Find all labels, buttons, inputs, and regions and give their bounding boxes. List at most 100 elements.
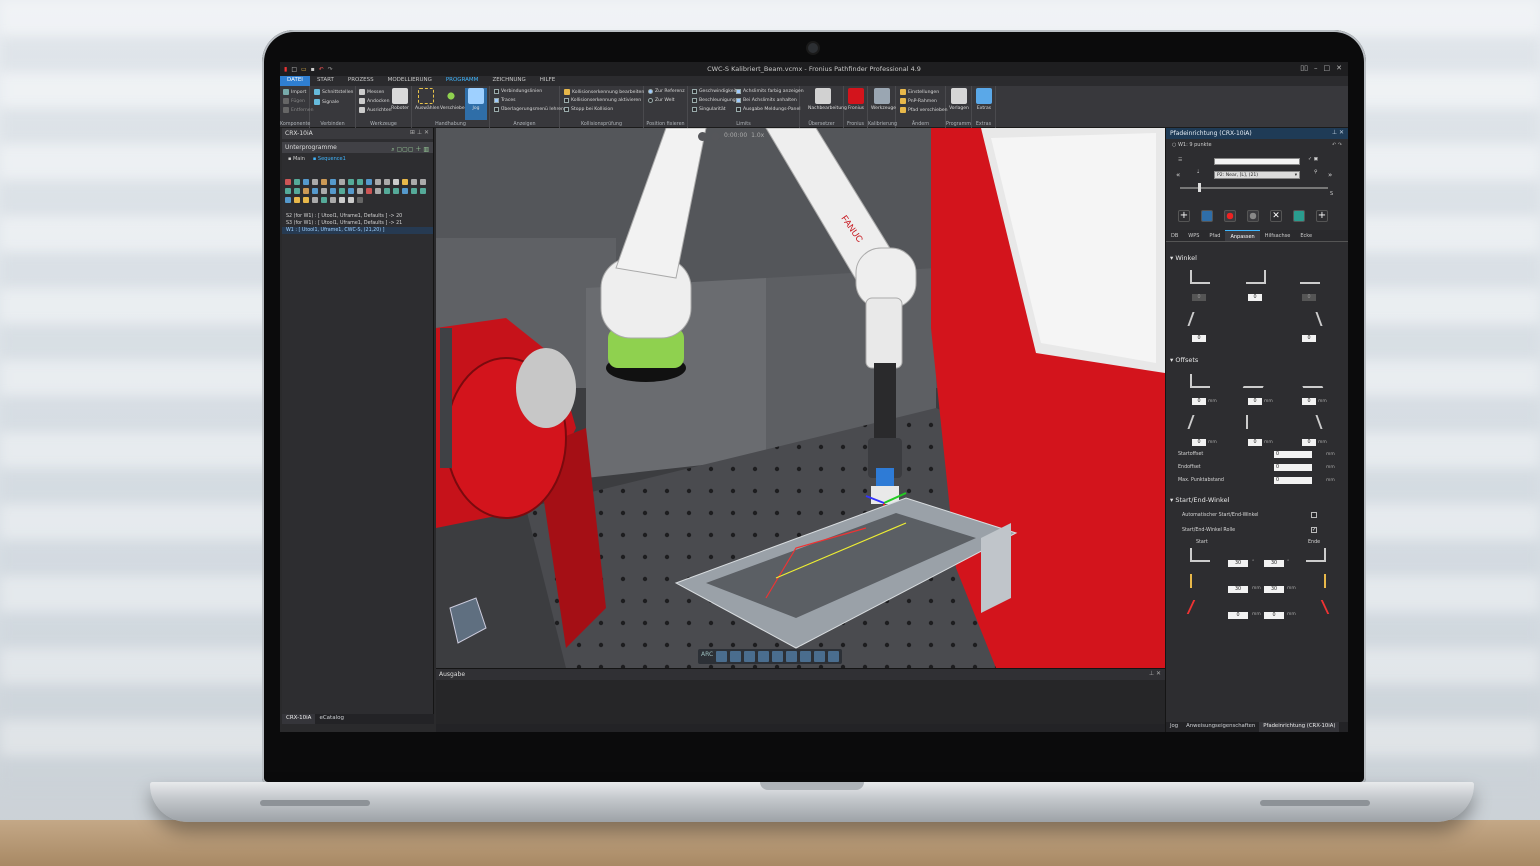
messen-button[interactable]: Messen <box>359 89 384 95</box>
tab-pfadeinrichtung[interactable]: Pfadeinrichtung (CRX-10iA) <box>1259 722 1340 732</box>
singularitaet-checkbox[interactable]: Singularität <box>692 107 726 112</box>
statement-icon[interactable] <box>285 197 291 203</box>
traces-checkbox[interactable]: Traces <box>494 98 516 103</box>
statement-icon[interactable] <box>366 188 372 194</box>
tab-hilfe[interactable]: HILFE <box>533 76 562 86</box>
winkel-value[interactable]: 0 <box>1302 294 1316 301</box>
statement-icon[interactable] <box>303 188 309 194</box>
statement-icon[interactable] <box>366 179 372 185</box>
reset-icon[interactable] <box>698 132 707 141</box>
jog-button[interactable]: Jog <box>465 88 487 120</box>
tab-programm[interactable]: PROGRAMM <box>439 76 486 86</box>
statement-icon[interactable] <box>420 188 426 194</box>
layout-icon[interactable]: ▯▯ <box>1300 64 1308 72</box>
statement-icon[interactable] <box>303 179 309 185</box>
nachbearbeitung-button[interactable]: Nachbearbeitung <box>808 88 847 111</box>
pnp-rahmen-button[interactable]: PnP-Rahmen <box>900 98 937 104</box>
winkel-value[interactable]: 0 <box>1248 294 1262 301</box>
einstellungen-button[interactable]: Einstellungen <box>900 89 939 95</box>
tool-icon[interactable] <box>730 651 742 662</box>
arc-button[interactable]: ARC <box>701 651 713 662</box>
statement-icon[interactable] <box>357 188 363 194</box>
section-start-end-winkel[interactable]: ▾ Start/End-Winkel <box>1170 496 1229 504</box>
statement-icon[interactable] <box>321 197 327 203</box>
statement-icon[interactable] <box>411 188 417 194</box>
end-angle-value[interactable]: 30 <box>1264 560 1284 567</box>
end-offset-value[interactable]: 30 <box>1264 586 1284 593</box>
endoffset-field[interactable]: 0 <box>1274 464 1312 471</box>
start-angle-value[interactable]: 30 <box>1228 560 1248 567</box>
statement-icon[interactable] <box>384 188 390 194</box>
tab-anpassen[interactable]: Anpassen <box>1225 230 1260 241</box>
pfad-verschieben-button[interactable]: Pfad verschieben <box>900 107 948 113</box>
start-end-rolle-checkbox[interactable]: ✓ <box>1311 527 1317 533</box>
extras-button[interactable]: Extras <box>973 88 995 111</box>
zur-welt-radio[interactable]: Zur Welt <box>648 98 675 103</box>
statement-icon[interactable] <box>384 179 390 185</box>
statement-icon[interactable] <box>321 179 327 185</box>
statement-icon[interactable] <box>402 188 408 194</box>
statement-icon[interactable] <box>285 188 291 194</box>
geschwindigkeit-checkbox[interactable]: Geschwindigkeit <box>692 89 737 94</box>
add-point-icon[interactable]: + <box>1178 210 1190 222</box>
statement-icon[interactable] <box>402 179 408 185</box>
ueberlagerung-checkbox[interactable]: Überlagerungsmenü lehren <box>494 107 564 112</box>
verbindungslinien-checkbox[interactable]: Verbindungslinien <box>494 89 542 94</box>
tree-item[interactable]: S3 (for W1) : [ Utool1, Uframe1, Default… <box>282 220 433 227</box>
statement-icon[interactable] <box>312 179 318 185</box>
tab-prozess[interactable]: PROZESS <box>341 76 381 86</box>
pin-icon[interactable]: ⚲ <box>1314 170 1318 175</box>
tool-icon[interactable] <box>758 651 770 662</box>
weld-icon[interactable] <box>1293 210 1305 222</box>
tab-pfad[interactable]: Pfad <box>1204 230 1225 241</box>
verschieben-button[interactable]: Verschieben <box>440 88 468 111</box>
beschleunigung-checkbox[interactable]: Beschleunigung <box>692 98 736 103</box>
offset-value[interactable]: 0 <box>1302 398 1316 405</box>
offset-value[interactable]: 0 <box>1192 439 1206 446</box>
tab-db[interactable]: DB <box>1166 230 1183 241</box>
statement-icon[interactable] <box>339 197 345 203</box>
statement-icon[interactable] <box>348 197 354 203</box>
offset-value[interactable]: 0 <box>1192 398 1206 405</box>
stop-icon[interactable] <box>1247 210 1259 222</box>
tab-hilfsachse[interactable]: Hilfsachse <box>1260 230 1296 241</box>
max-punktabstand-field[interactable]: 0 <box>1274 477 1312 484</box>
point-slider-track[interactable] <box>1180 187 1328 189</box>
point-dropdown[interactable]: P2: Near, [L], (21) ▾ <box>1214 171 1300 179</box>
tab-crx-10ia[interactable]: CRX-10iA <box>282 714 316 724</box>
zur-referenz-radio[interactable]: Zur Referenz <box>648 89 685 94</box>
schnittstellen-button[interactable]: Schnittstellen <box>314 89 353 95</box>
delete-icon[interactable]: ✕ <box>1270 210 1282 222</box>
statement-icon[interactable] <box>393 188 399 194</box>
winkel-value[interactable]: 0 <box>1192 335 1206 342</box>
ausrichten-button[interactable]: Ausrichten <box>359 107 392 113</box>
tab-jog[interactable]: Jog <box>1166 722 1182 732</box>
statement-icon[interactable] <box>420 179 426 185</box>
statement-icon[interactable] <box>321 188 327 194</box>
tab-modellierung[interactable]: MODELLIERUNG <box>381 76 439 86</box>
add-icon[interactable]: + <box>1316 210 1328 222</box>
statement-icon[interactable] <box>339 188 345 194</box>
roboter-button[interactable]: Roboter <box>389 88 411 111</box>
stopp-kollision-checkbox[interactable]: Stopp bei Kollision <box>564 107 613 112</box>
statement-icon[interactable] <box>303 197 309 203</box>
statement-icon[interactable] <box>348 188 354 194</box>
kollision-aktivieren-checkbox[interactable]: Kollisionserkennung aktivieren <box>564 98 641 103</box>
tab-ecke[interactable]: Ecke <box>1295 230 1317 241</box>
prev-point-icon[interactable]: « <box>1176 171 1180 179</box>
statement-icon[interactable] <box>375 179 381 185</box>
start-offset-value[interactable]: 30 <box>1228 586 1248 593</box>
statement-icon[interactable] <box>294 179 300 185</box>
kollision-bearbeiten-button[interactable]: Kollisionserkennung bearbeiten <box>564 89 644 95</box>
statement-icon[interactable] <box>312 197 318 203</box>
close-icon[interactable]: ✕ <box>1336 64 1342 72</box>
offset-value[interactable]: 0 <box>1302 439 1316 446</box>
tab-zeichnung[interactable]: ZEICHNUNG <box>485 76 532 86</box>
statement-icon[interactable] <box>375 188 381 194</box>
next-point-icon[interactable]: » <box>1328 171 1332 179</box>
end-tilt-value[interactable]: 0 <box>1264 612 1284 619</box>
tool-icon[interactable] <box>800 651 812 662</box>
tool-icon[interactable] <box>786 651 798 662</box>
statement-icon[interactable] <box>330 179 336 185</box>
statement-icon[interactable] <box>312 188 318 194</box>
